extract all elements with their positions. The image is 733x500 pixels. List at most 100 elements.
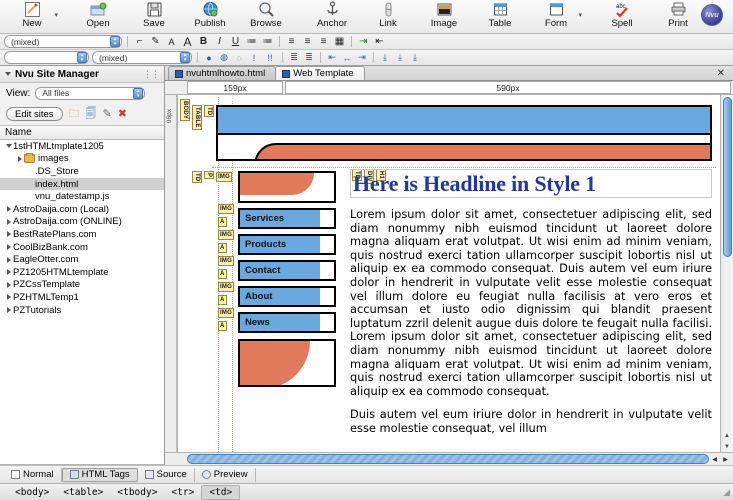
twisty-right-icon[interactable] bbox=[4, 294, 13, 301]
tab-nvuhtmlhowto[interactable]: nvuhtmlhowto.html bbox=[168, 66, 277, 80]
nav-button-products[interactable]: Products IMG A bbox=[218, 230, 336, 255]
tag-badge-img-nav[interactable]: IMG bbox=[218, 282, 234, 292]
line-spacing-icon[interactable]: ≣ bbox=[288, 52, 300, 64]
twisty-right-icon[interactable] bbox=[4, 244, 13, 251]
tag-badge-img-nav[interactable]: IMG bbox=[218, 256, 234, 266]
breadcrumb-tag[interactable]: <tr> bbox=[164, 486, 201, 499]
tag-badge-a-nav[interactable]: A bbox=[218, 321, 227, 331]
scroll-right-arrow-icon[interactable]: ▶ bbox=[720, 456, 731, 463]
view-mode-html-tags[interactable]: HTML Tags bbox=[61, 467, 138, 482]
tree-item[interactable]: EagleOtter.com bbox=[0, 253, 164, 266]
nav-button-contact[interactable]: Contact IMG A bbox=[218, 256, 336, 281]
margin-left-icon[interactable]: ⇤ bbox=[326, 52, 338, 64]
tag-badge-p[interactable]: P bbox=[204, 171, 214, 180]
align-center-icon[interactable]: ≡ bbox=[301, 35, 314, 48]
decrease-font-size-icon[interactable]: A bbox=[165, 35, 178, 48]
tag-badge-table[interactable]: TABLE bbox=[192, 105, 202, 130]
tree-item[interactable]: .DS_Store bbox=[0, 165, 164, 178]
new-site-icon[interactable]: 🗀 bbox=[69, 108, 80, 120]
style-select[interactable]: (mixed) ▴ ▾ bbox=[92, 51, 192, 64]
ruler-segment-0[interactable]: 159px bbox=[187, 81, 283, 94]
body-paragraph-2[interactable]: Duis autem vel eum iriure dolor in hendr… bbox=[350, 407, 712, 435]
left-footer-image[interactable] bbox=[238, 339, 336, 387]
spinner-arrows-icon-4[interactable]: ▴ ▾ bbox=[133, 87, 144, 99]
tag-badge-a-nav[interactable]: A bbox=[218, 217, 227, 227]
valign-top-icon[interactable]: ⤓ bbox=[379, 52, 391, 64]
valign-middle-icon[interactable]: ⤓ bbox=[394, 52, 406, 64]
twisty-right-icon[interactable] bbox=[4, 281, 13, 288]
scroll-track[interactable] bbox=[721, 259, 733, 430]
highlight-color-icon[interactable]: ✎ bbox=[149, 35, 162, 48]
sidebar-logo-image[interactable] bbox=[238, 171, 336, 203]
scroll-down-arrow-icon[interactable]: ▼ bbox=[721, 441, 733, 452]
tree-item[interactable]: BestRatePlans.com bbox=[0, 228, 164, 241]
close-icon[interactable]: ✕ bbox=[717, 68, 725, 79]
tree-item[interactable]: index.html bbox=[0, 177, 164, 191]
ruler-segment-1[interactable]: 590px bbox=[285, 81, 731, 94]
twisty-right-icon[interactable] bbox=[4, 269, 13, 276]
tree-item[interactable]: vnu_datestamp.js bbox=[0, 190, 164, 203]
tree-item[interactable]: PZTutorials bbox=[0, 304, 164, 317]
tree-item[interactable]: images bbox=[0, 153, 164, 166]
class-select[interactable]: ▴ ▾ bbox=[4, 51, 89, 64]
toolbar-button-open[interactable]: Open bbox=[70, 0, 126, 34]
chevron-down-icon-form[interactable]: ▾ bbox=[578, 11, 582, 19]
toolbar-button-print[interactable]: Print ▾ bbox=[650, 0, 706, 34]
toolbar-button-spell[interactable]: abc Spell bbox=[594, 0, 650, 34]
numbered-list-icon[interactable]: ≔ bbox=[261, 35, 274, 48]
new-folder-icon[interactable]: 🗐 bbox=[86, 108, 97, 120]
breadcrumb-tag[interactable]: <table> bbox=[56, 486, 110, 499]
spinner-arrows-icon[interactable]: ▴ ▾ bbox=[110, 36, 120, 47]
valign-bottom-icon[interactable]: ⤓ bbox=[409, 52, 421, 64]
tag-badge-img-nav[interactable]: IMG bbox=[218, 230, 234, 240]
toolbar-button-new[interactable]: New ▾ bbox=[4, 0, 60, 34]
tag-badge-img-nav[interactable]: IMG bbox=[218, 204, 234, 214]
edit-sites-button[interactable]: Edit sites bbox=[6, 107, 63, 121]
delete-icon[interactable]: ✖ bbox=[118, 108, 127, 120]
scroll-left-arrow-icon[interactable]: ◀ bbox=[709, 456, 720, 463]
tag-badge-img-nav[interactable]: IMG bbox=[218, 308, 234, 318]
align-left-icon[interactable]: ≡ bbox=[285, 35, 298, 48]
spinner-arrows-icon-3[interactable]: ▴ ▾ bbox=[180, 52, 190, 63]
margin-center-icon[interactable]: ↔ bbox=[341, 52, 353, 64]
file-tree[interactable]: 1stHTMLtmplate1205 images .DS_Store index.h… bbox=[0, 140, 164, 465]
tree-item[interactable]: PZ1205HTMLtemplate bbox=[0, 266, 164, 279]
paste-style-icon[interactable]: ◌ bbox=[233, 52, 245, 64]
outdent-icon[interactable]: ⇥ bbox=[357, 35, 370, 48]
view-mode-source[interactable]: Source bbox=[138, 467, 195, 482]
toolbar-button-table[interactable]: Table bbox=[472, 0, 528, 34]
page-headline[interactable]: Here is Headline in Style 1 bbox=[350, 169, 712, 198]
scroll-up-arrow-icon[interactable]: ▲ bbox=[721, 430, 733, 441]
twisty-right-icon[interactable] bbox=[4, 307, 13, 314]
paragraph-spacing-icon[interactable]: ≣ bbox=[303, 52, 315, 64]
bold-icon[interactable]: B bbox=[197, 35, 210, 48]
view-mode-preview[interactable]: Preview bbox=[195, 467, 256, 482]
align-justify-icon[interactable]: ▦ bbox=[333, 35, 346, 48]
twisty-right-icon[interactable] bbox=[4, 231, 13, 238]
vertical-scroll-thumb[interactable] bbox=[723, 97, 732, 257]
tree-item[interactable]: 1stHTMLtmplate1205 bbox=[0, 140, 164, 153]
toolbar-button-link[interactable]: Link bbox=[360, 0, 416, 34]
resize-grip-icon[interactable]: ◢ bbox=[723, 487, 730, 498]
bullet-list-icon[interactable]: ≔ bbox=[245, 35, 258, 48]
table-cell-icon[interactable]: ⌐ bbox=[133, 35, 146, 48]
twisty-right-icon[interactable] bbox=[4, 206, 13, 213]
twisty-right-icon[interactable] bbox=[4, 256, 13, 263]
tree-item[interactable]: AstroDaija.com (Local) bbox=[0, 203, 164, 216]
toolbar-button-save[interactable]: Save bbox=[126, 0, 182, 34]
toolbar-button-publish[interactable]: Publish bbox=[182, 0, 238, 34]
nav-button-about[interactable]: About IMG A bbox=[218, 282, 336, 307]
italic-icon[interactable]: I bbox=[213, 35, 226, 48]
toolbar-button-image[interactable]: Image bbox=[416, 0, 472, 34]
underline-icon[interactable]: U bbox=[229, 35, 242, 48]
horizontal-scrollbar[interactable]: ◀ ▶ bbox=[165, 452, 733, 465]
tag-badge-td-left[interactable]: TD bbox=[192, 171, 202, 184]
rename-icon[interactable]: ✎ bbox=[103, 108, 112, 120]
spinner-arrows-icon-2[interactable]: ▴ ▾ bbox=[77, 52, 87, 63]
copy-style-icon[interactable]: ◍ bbox=[218, 52, 230, 64]
tag-badge-a-nav[interactable]: A bbox=[218, 295, 227, 305]
header-banner-image[interactable] bbox=[216, 105, 712, 161]
twisty-down-icon[interactable] bbox=[4, 144, 13, 149]
breadcrumb-tag[interactable]: <td> bbox=[201, 484, 241, 500]
double-mark-icon[interactable]: !! bbox=[263, 52, 277, 64]
